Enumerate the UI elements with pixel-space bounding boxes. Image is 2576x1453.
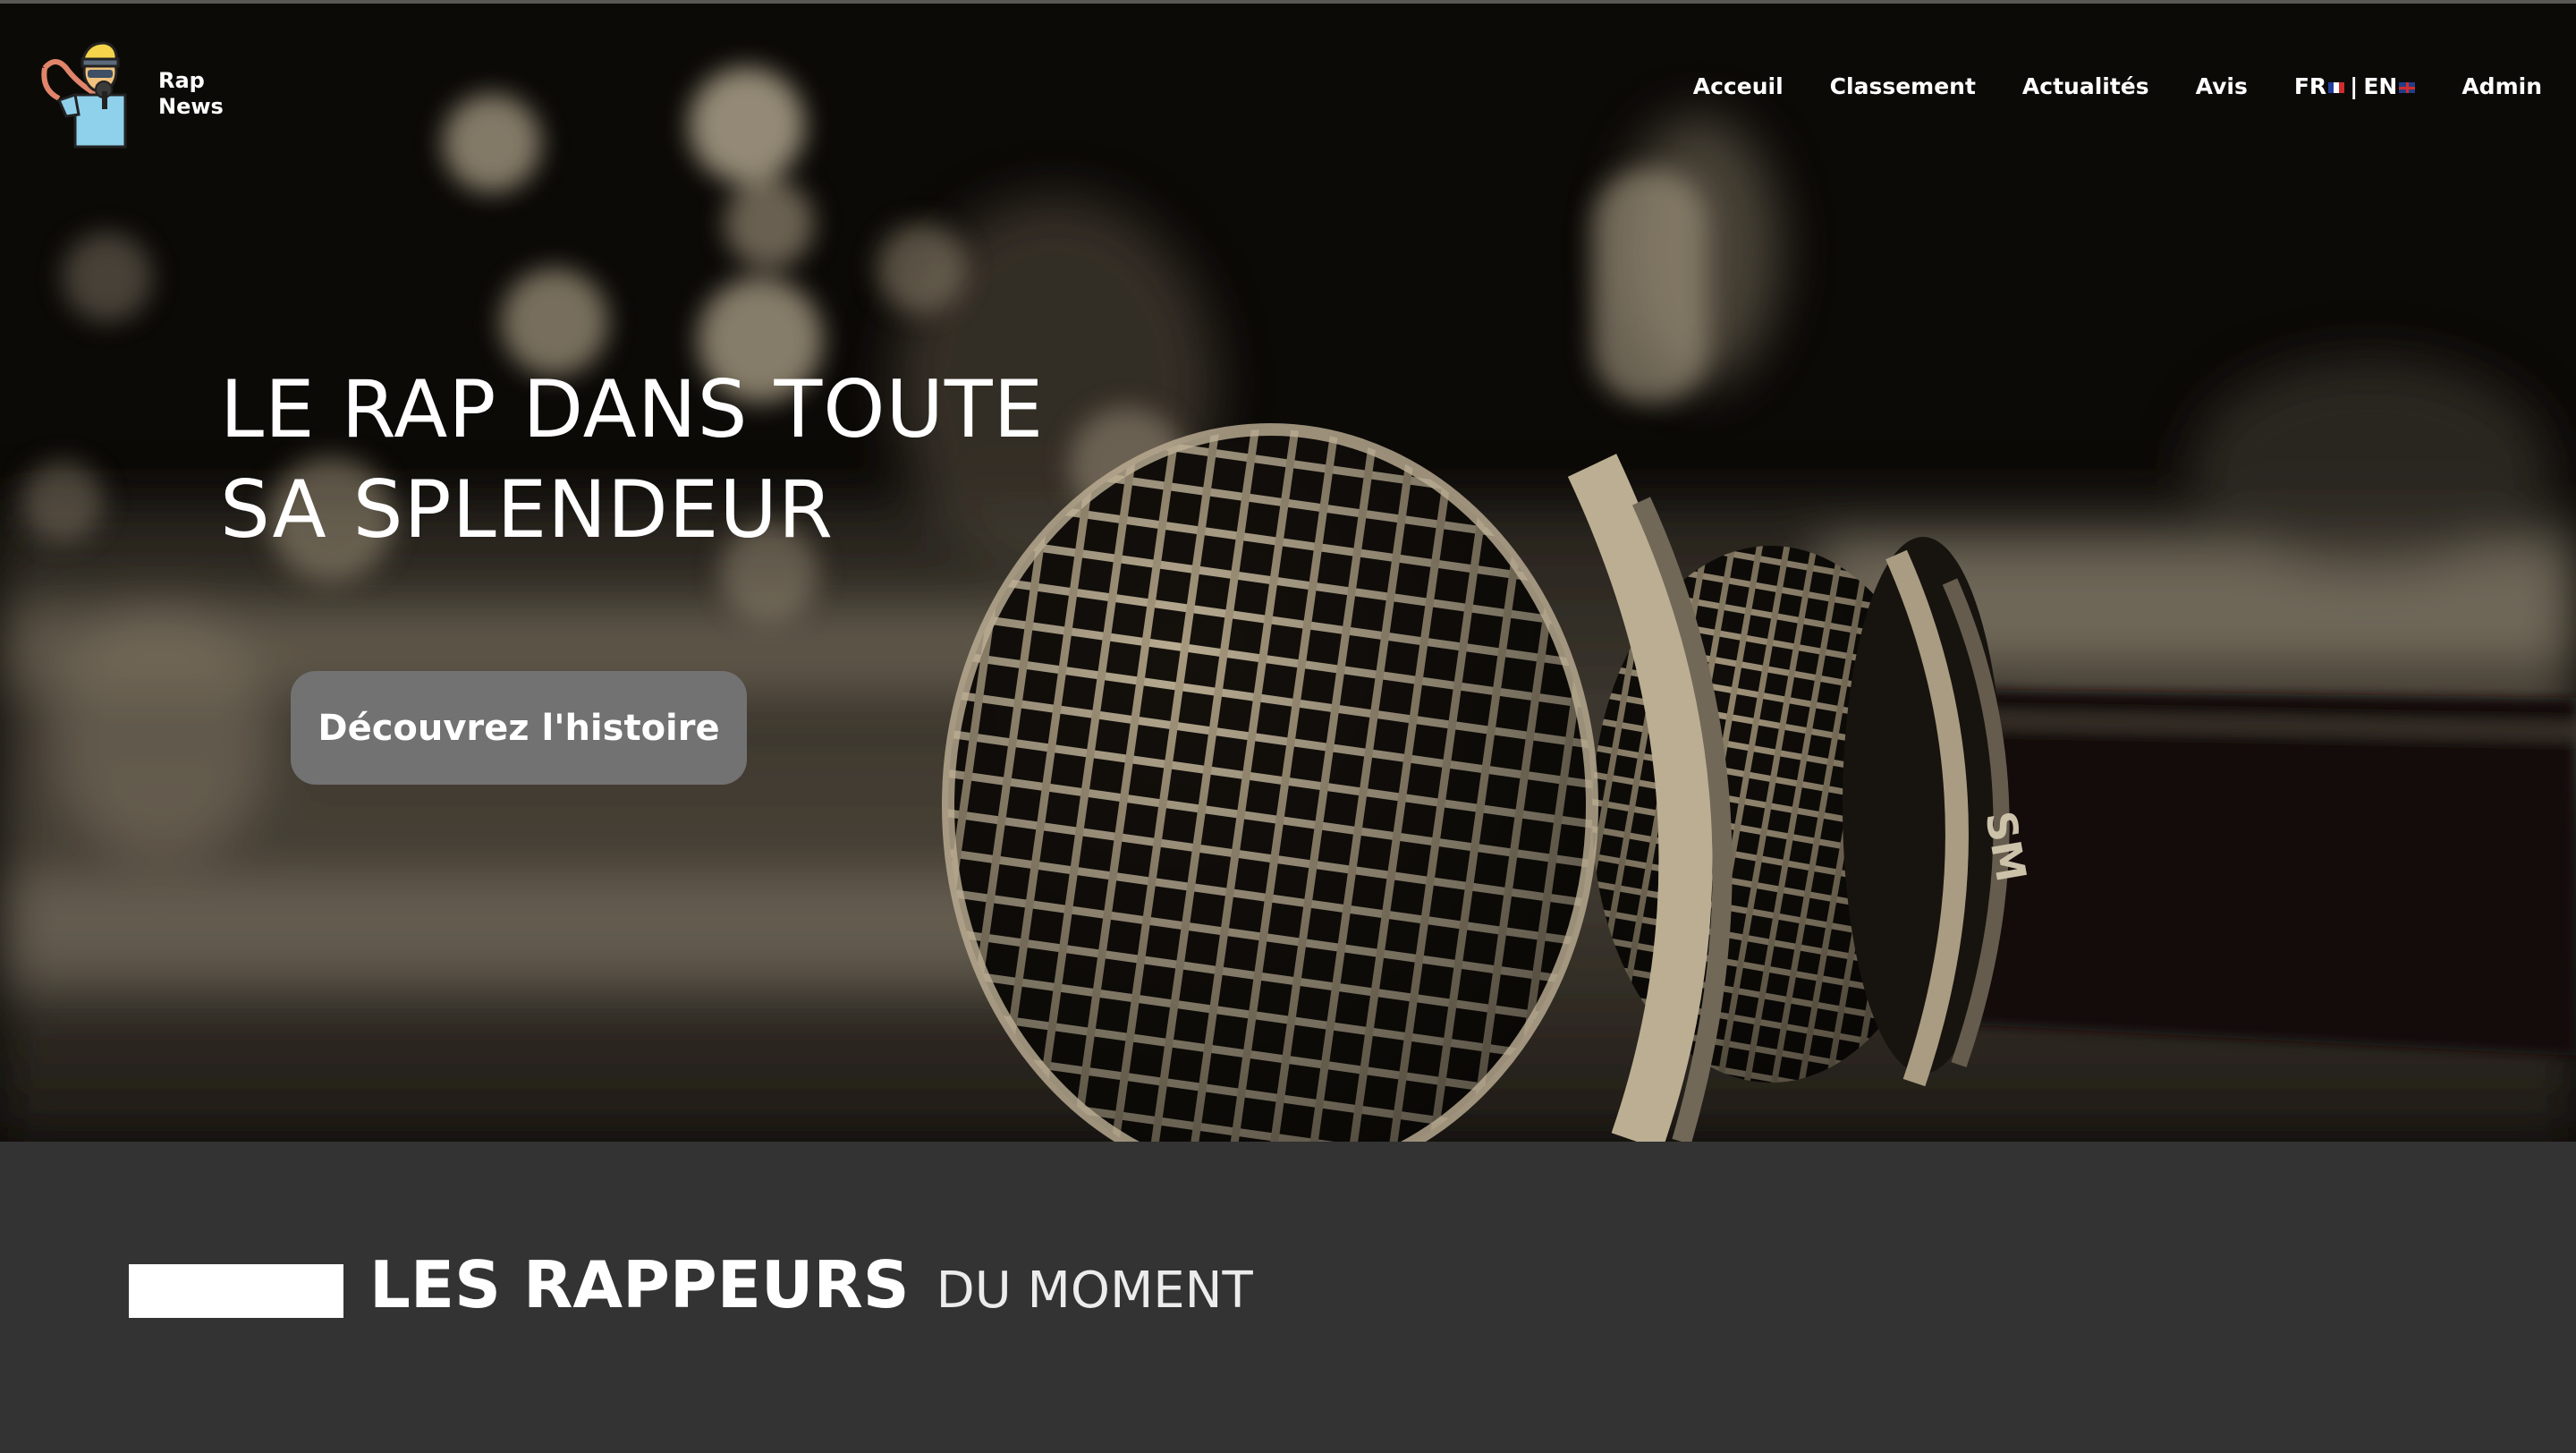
- microphone-background-image: SM: [0, 0, 2576, 1142]
- section-title: LES RAPPEURS DU MOMENT: [369, 1247, 1253, 1322]
- brand-logo[interactable]: Rap News: [39, 36, 236, 152]
- section-title-strong: LES RAPPEURS: [369, 1247, 910, 1322]
- hero-title-line2: SA SPLENDEUR: [220, 463, 834, 556]
- brand-name: Rap News: [158, 68, 224, 120]
- lang-fr-label: FR: [2293, 73, 2327, 99]
- nav-item-admin[interactable]: Admin: [2462, 73, 2542, 99]
- lang-fr-link[interactable]: FR: [2293, 73, 2345, 99]
- page: SM Rap News Acceuil Classement Actualité…: [0, 0, 2576, 1453]
- top-border: [0, 0, 2576, 4]
- lang-separator: |: [2350, 73, 2359, 99]
- brand-name-line2: News: [158, 94, 224, 119]
- nav-item-classement[interactable]: Classement: [1830, 73, 1976, 99]
- section-accent-bar: [129, 1264, 343, 1318]
- nav-item-avis[interactable]: Avis: [2196, 73, 2248, 99]
- uk-flag-icon: [2399, 82, 2416, 93]
- lang-en-link[interactable]: EN: [2363, 73, 2416, 99]
- rapper-icon: [41, 41, 127, 149]
- rappers-section: LES RAPPEURS DU MOMENT: [0, 1142, 2576, 1453]
- brand-name-line1: Rap: [158, 68, 205, 93]
- hero-title: LE RAP DANS TOUTE SA SPLENDEUR: [220, 360, 1044, 560]
- language-switcher: FR | EN: [2293, 73, 2416, 99]
- hero-title-line1: LE RAP DANS TOUTE: [220, 363, 1045, 455]
- main-nav: Acceuil Classement Actualités Avis FR | …: [1693, 73, 2542, 99]
- nav-item-actualites[interactable]: Actualités: [2022, 73, 2149, 99]
- hero-banner: SM Rap News Acceuil Classement Actualité…: [0, 0, 2576, 1142]
- france-flag-icon: [2328, 82, 2345, 93]
- lang-en-label: EN: [2363, 73, 2398, 99]
- nav-item-acceuil[interactable]: Acceuil: [1693, 73, 1784, 99]
- discover-history-button[interactable]: Découvrez l'histoire: [291, 671, 747, 785]
- section-title-light: DU MOMENT: [936, 1262, 1253, 1320]
